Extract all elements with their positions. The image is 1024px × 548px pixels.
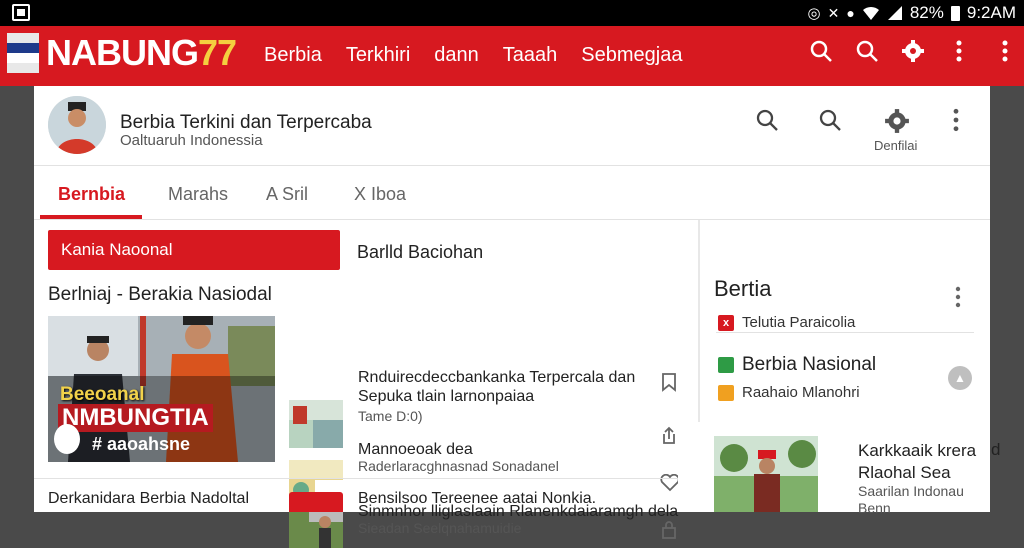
avatar[interactable] [48, 96, 106, 154]
sidebar-item-label: Raahaio Mlanohri [742, 384, 860, 401]
bookmark-icon[interactable] [660, 372, 678, 392]
headline[interactable]: Berlniaj - Berakia Nasiodal [48, 284, 272, 306]
sidebar-title: Bertia [714, 276, 772, 301]
lock-icon[interactable] [660, 520, 678, 540]
divider [34, 478, 696, 479]
search-icon[interactable] [755, 108, 779, 132]
settings-icon[interactable] [900, 38, 926, 64]
page-title: Berbia Terkini dan Terpercaba [120, 112, 372, 133]
news-card-title: Karkkaaik krera Rlaohal Sea [858, 440, 976, 484]
news-card-subtitle-line2: Benn [858, 500, 891, 516]
hero-caption-top: Beeoanal [60, 384, 145, 405]
divider [716, 332, 974, 333]
article-title-line2[interactable]: Sepuka tlain larnonpaiaa [358, 387, 534, 406]
topnav-item-2[interactable]: Terkhiri [346, 44, 410, 67]
article-meta: Tame D:0) [358, 408, 423, 424]
kebab-menu-icon[interactable] [992, 38, 1018, 64]
battery-percent: 82% [909, 3, 944, 22]
page-subtitle: Oaltuaruh Indonessia [120, 132, 263, 149]
main-feed: Kania Naoonal Barlld Baciohan Berlniaj -… [34, 220, 696, 548]
status-icons: ◎ ✕ ● 82% 9:2AM [808, 3, 1016, 23]
tab-iboa[interactable]: X Iboa [354, 184, 406, 205]
sidebar-item-label: Berbia Nasional [742, 354, 877, 375]
article-thumbnail[interactable] [289, 400, 343, 448]
alarm-icon: ◎ [807, 5, 821, 22]
search-icon[interactable] [818, 108, 842, 132]
brand-logo[interactable]: NABUNG77 [46, 32, 237, 74]
flag-logo-icon [7, 33, 39, 73]
settings-label: Denfilai [874, 138, 918, 153]
sidebar-item[interactable]: x Telutia Paraicolia [718, 314, 855, 331]
brand-name: NABUNG [46, 32, 199, 73]
news-card-image [714, 436, 818, 512]
article-title[interactable]: Rnduirecdeccbankanka Terpercala dan [358, 368, 635, 387]
search-icon[interactable] [808, 38, 834, 64]
screenshot-icon [12, 4, 30, 21]
active-tab-indicator [40, 215, 142, 219]
news-card-title-line2: Rlaohal Sea [858, 463, 951, 482]
article-title[interactable]: Derkanidara Berbia Nadoltal [48, 490, 249, 508]
topnav-item-3[interactable]: dann [434, 44, 479, 67]
battery-icon [950, 5, 960, 21]
folder-icon [718, 384, 734, 401]
article-thumbnail[interactable] [289, 492, 343, 512]
leaf-icon [718, 357, 734, 373]
section-title: Barlld Baciohan [357, 242, 484, 262]
share-icon[interactable] [660, 426, 678, 446]
top-nav: Berbia Terkhiri dann Taaah Sebmegjaa [264, 44, 682, 67]
mute-icon: ✕ [827, 4, 840, 21]
wifi-icon [862, 6, 879, 20]
clock: 9:2AM [966, 3, 1016, 22]
article-title[interactable]: Bensilsoo Tereenee aatai Nonkia. [358, 490, 596, 508]
heart-icon[interactable] [660, 474, 680, 492]
news-card[interactable]: Karkkaaik krera Rlaohal Sea Saarilan Ind… [678, 422, 1000, 516]
article-meta: Raderlaracghnasnad Sonadanel [358, 458, 559, 474]
tab-berita[interactable]: Bernbia [58, 184, 125, 205]
news-card-side-text: d [991, 440, 1001, 459]
expand-icon[interactable]: ▲ [948, 366, 972, 390]
kebab-menu-icon[interactable] [954, 286, 962, 308]
article-meta: Sieadan Seelqnahamuidie [358, 520, 522, 536]
news-card-subtitle-line1: Saarilan Indonau [858, 483, 964, 499]
tab-asril[interactable]: A Sril [266, 184, 308, 205]
tab-marahs[interactable]: Marahs [168, 184, 228, 205]
article-title[interactable]: Mannoeoak dea [358, 440, 473, 459]
hero-caption-bottom: # aaoahsne [92, 434, 191, 454]
data-icon: ● [846, 5, 855, 21]
status-bar: ◎ ✕ ● 82% 9:2AM [0, 0, 1024, 26]
profile-header: Berbia Terkini dan Terpercaba Oaltuaruh … [34, 86, 990, 166]
top-actions [808, 38, 1018, 64]
hero-caption-main: NMBUNGTIA [58, 404, 213, 432]
close-icon: x [718, 314, 734, 331]
kebab-menu-icon[interactable] [952, 108, 960, 132]
tab-bar: Bernbia Marahs A Sril X Iboa [34, 168, 990, 220]
brand-number: 77 [198, 32, 237, 73]
category-banner[interactable]: Kania Naoonal [48, 230, 340, 270]
sidebar-item-label: Telutia Paraicolia [742, 314, 856, 331]
topnav-item-5[interactable]: Sebmegjaa [581, 44, 682, 67]
sidebar-item[interactable]: Berbia Nasional [718, 354, 876, 376]
topnav-item-1[interactable]: Berbia [264, 44, 322, 67]
hero-image[interactable]: Beeoanal NMBUNGTIA # aaoahsne [48, 316, 275, 462]
kebab-menu-icon[interactable] [946, 38, 972, 64]
hero-avatar [54, 424, 80, 454]
sidebar-item[interactable]: Raahaio Mlanohri [718, 384, 860, 401]
signal-icon [887, 6, 902, 20]
settings-icon[interactable] [884, 108, 910, 134]
search-icon[interactable] [854, 38, 880, 64]
news-card-title-line1: Karkkaaik krera [858, 441, 977, 460]
topnav-item-4[interactable]: Taaah [503, 44, 558, 67]
